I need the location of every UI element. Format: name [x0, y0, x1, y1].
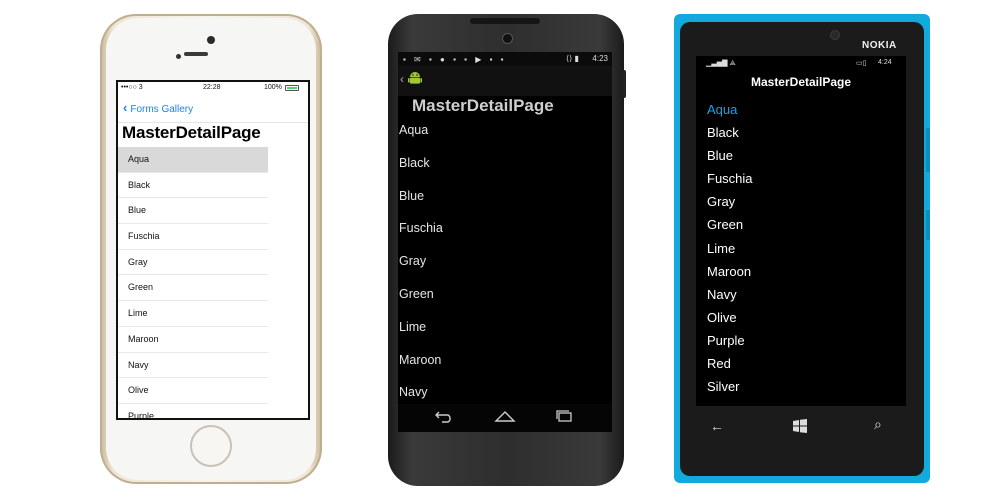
android-speaker	[470, 18, 540, 24]
wp-nav-bar: ← ⌕	[696, 412, 906, 442]
android-front-camera	[502, 33, 513, 44]
back-button[interactable]: ‹ Forms Gallery	[123, 100, 193, 115]
iphone-home-button[interactable]	[190, 425, 232, 467]
color-list: Aqua Black Blue Fuschia Gray Green Lime Maroon N…	[118, 147, 268, 418]
ios-clock: 22:28	[203, 84, 221, 91]
back-arrow-icon[interactable]: ←	[710, 418, 724, 434]
android-power-button[interactable]	[622, 70, 626, 98]
ios-battery-percent: 100%	[264, 84, 282, 91]
list-item[interactable]: Blue	[707, 144, 897, 167]
list-item[interactable]: Maroon	[398, 344, 612, 377]
iphone-front-camera	[207, 36, 215, 44]
list-item[interactable]: Blue	[398, 180, 612, 213]
ios-carrier: •••○○ 3	[121, 84, 143, 91]
nokia-brand-logo: NOKIA	[862, 40, 897, 51]
power-button[interactable]	[926, 210, 930, 240]
list-item[interactable]: Green	[118, 275, 268, 302]
iphone-speaker	[184, 52, 208, 56]
recent-apps-icon[interactable]	[554, 409, 574, 423]
android-clock: 4:23	[592, 54, 608, 63]
color-list: Aqua Black Blue Fuschia Gray Green Lime Maroon N…	[398, 114, 612, 409]
android-nav-bar	[398, 404, 612, 432]
color-list: Aqua Black Blue Fuschia Gray Green Lime Maroon N…	[707, 98, 897, 398]
windows-start-icon[interactable]	[792, 418, 808, 434]
android-logo-icon[interactable]	[407, 70, 423, 86]
back-icon[interactable]	[434, 409, 454, 423]
wp-status-bar: ▁▃▅▇ ⟁ ▭▯ 4:24	[696, 56, 906, 70]
list-item[interactable]: Olive	[118, 378, 268, 404]
list-item[interactable]: Fuschia	[118, 224, 268, 250]
action-bar: ‹	[398, 66, 612, 96]
ios-screen: •••○○ 3 22:28 100% ‹ Forms Gallery Master…	[116, 80, 310, 420]
list-item[interactable]: Green	[398, 278, 612, 311]
list-item[interactable]: Aqua	[707, 98, 897, 121]
list-item[interactable]: Purple	[118, 404, 268, 418]
signal-icon: ⟨⟩ ▮	[566, 54, 579, 63]
wp-clock: 4:24	[878, 59, 892, 66]
list-item[interactable]: Olive	[707, 306, 897, 329]
list-item[interactable]: Aqua	[118, 147, 268, 173]
list-item[interactable]: Black	[398, 147, 612, 180]
android-screen: ▪ ✉ ▪ ● ▪ ▪ ▶ ▪ ▪ ⟨⟩ ▮ 4:23 ‹ MasterDeta…	[398, 52, 612, 432]
list-item[interactable]: Lime	[707, 237, 897, 260]
list-item[interactable]: Green	[707, 213, 897, 236]
search-icon[interactable]: ⌕	[874, 416, 882, 433]
list-item[interactable]: Lime	[398, 311, 612, 344]
list-item[interactable]: Aqua	[398, 114, 612, 147]
list-item[interactable]: Blue	[118, 198, 268, 225]
notification-icons: ▪ ✉ ▪ ● ▪ ▪ ▶ ▪ ▪	[403, 55, 507, 64]
list-item[interactable]: Black	[118, 173, 268, 199]
list-item[interactable]: Maroon	[707, 260, 897, 283]
list-item[interactable]: Lime	[118, 301, 268, 327]
page-title: MasterDetailPage	[750, 75, 852, 89]
android-status-bar: ▪ ✉ ▪ ● ▪ ▪ ▶ ▪ ▪ ⟨⟩ ▮ 4:23	[398, 52, 612, 66]
signal-icon: ▁▃▅▇ ⟁	[706, 60, 736, 67]
list-item[interactable]: Silver	[707, 375, 897, 398]
list-item[interactable]: Gray	[398, 245, 612, 278]
windows-phone-screen: ▁▃▅▇ ⟁ ▭▯ 4:24 MasterDetailPage Aqua Blac…	[696, 56, 906, 406]
battery-icon: ▭▯	[856, 60, 867, 67]
battery-icon	[285, 85, 299, 91]
list-item[interactable]: Black	[707, 121, 897, 144]
list-item[interactable]: Gray	[118, 250, 268, 276]
list-item[interactable]: Red	[707, 352, 897, 375]
list-item[interactable]: Maroon	[118, 327, 268, 353]
iphone-sensor	[176, 54, 181, 59]
list-item[interactable]: Gray	[707, 190, 897, 213]
chevron-left-icon: ‹	[123, 100, 128, 115]
volume-button[interactable]	[926, 128, 930, 172]
back-button-label: Forms Gallery	[130, 104, 194, 115]
nokia-front-camera	[830, 30, 840, 40]
up-caret-icon[interactable]: ‹	[400, 72, 404, 86]
ios-status-bar: •••○○ 3 22:28 100%	[118, 82, 308, 94]
list-item[interactable]: Navy	[118, 353, 268, 379]
page-title: MasterDetailPage	[122, 123, 261, 142]
list-item[interactable]: Fuschia	[398, 212, 612, 245]
home-icon[interactable]	[494, 409, 516, 423]
list-item[interactable]: Purple	[707, 329, 897, 352]
page-title: MasterDetailPage	[412, 96, 554, 115]
list-item[interactable]: Fuschia	[707, 167, 897, 190]
list-item[interactable]: Navy	[707, 283, 897, 306]
